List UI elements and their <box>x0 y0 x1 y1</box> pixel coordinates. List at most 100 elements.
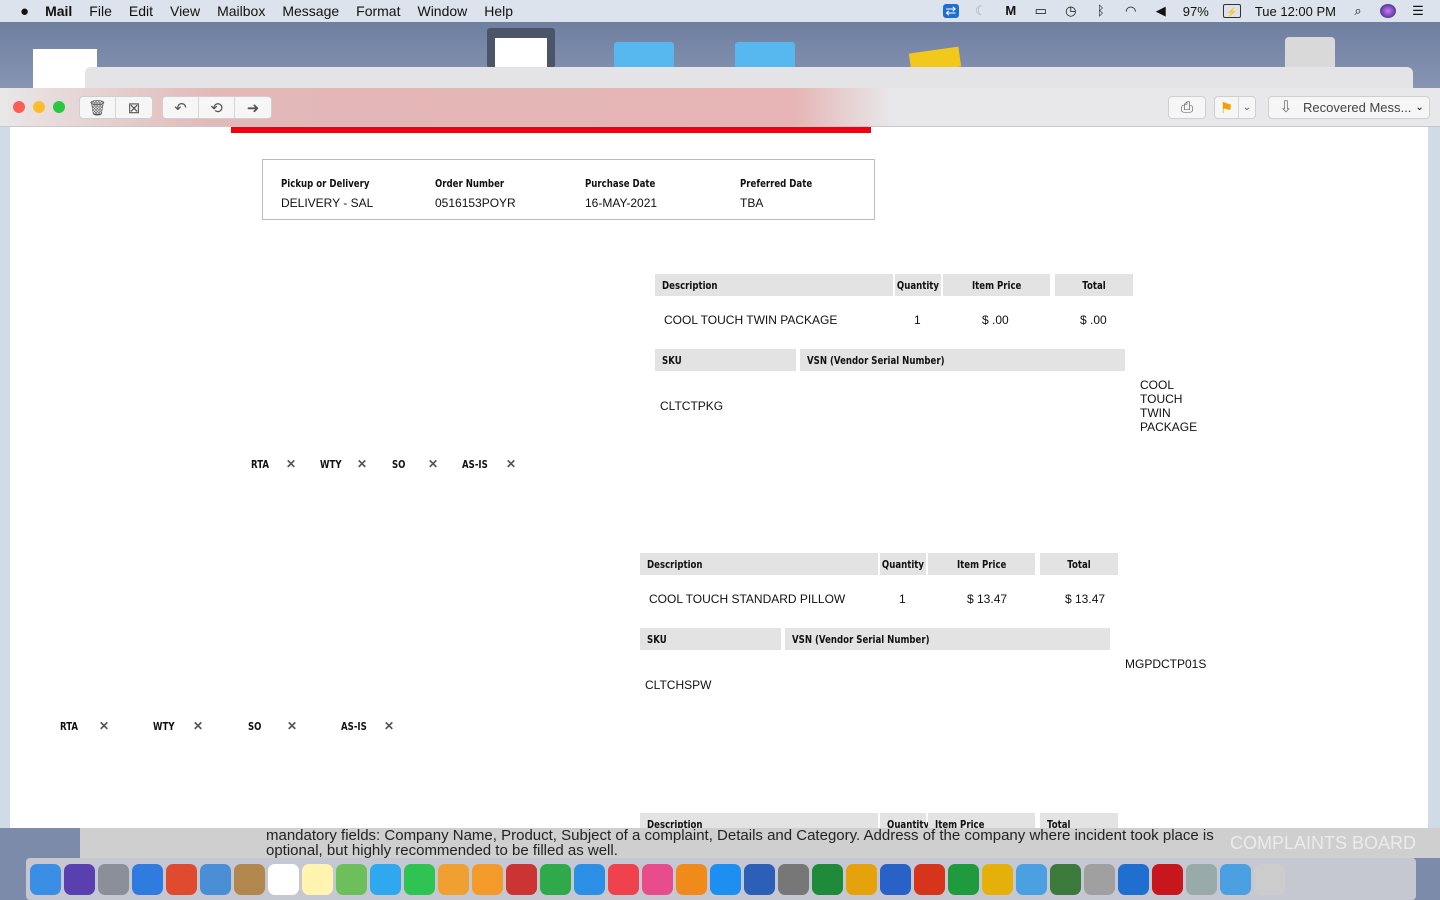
keynote-dock-icon[interactable] <box>574 863 605 895</box>
reply-icon[interactable]: ↶ <box>163 97 199 118</box>
menu-help[interactable]: Help <box>484 3 513 19</box>
item-quantity: 1 <box>899 592 906 606</box>
pages-dock-icon[interactable] <box>472 863 503 895</box>
safari-dock-icon[interactable] <box>132 863 163 895</box>
airplay-icon[interactable]: ▭ <box>1033 4 1049 18</box>
moon-icon[interactable]: ☾ <box>973 4 989 18</box>
spotlight-search-icon[interactable]: ⌕ <box>1350 4 1366 18</box>
flag-label-rta: RTA <box>60 720 79 733</box>
red-header-bar <box>231 127 871 133</box>
utility-dock-icon[interactable] <box>1084 863 1115 895</box>
news-dock-icon[interactable] <box>608 863 639 895</box>
menu-window[interactable]: Window <box>417 3 467 19</box>
item-total: $ .00 <box>1080 313 1107 327</box>
photos-dock-icon[interactable] <box>438 863 469 895</box>
chevron-down-icon[interactable]: ⌄ <box>1239 97 1255 118</box>
zoom-window-button[interactable] <box>53 101 65 113</box>
notefile-dock-icon[interactable] <box>234 863 265 895</box>
item-price: $ 13.47 <box>967 592 1008 606</box>
chrome-dock-icon[interactable] <box>166 863 197 895</box>
background-browser-window[interactable] <box>85 67 1413 89</box>
drive-desktop-icon[interactable] <box>1285 37 1335 71</box>
volume-icon[interactable]: ◀ <box>1153 4 1169 18</box>
header-label: Item Price <box>935 817 985 829</box>
finder-2-dock-icon[interactable] <box>1186 863 1217 895</box>
powerpoint-dock-icon[interactable] <box>914 863 945 895</box>
screenshot-desktop-icon[interactable] <box>487 28 555 68</box>
acrobat-dock-icon[interactable] <box>1152 863 1183 895</box>
maps-dock-icon[interactable] <box>336 863 367 895</box>
print-icon[interactable]: ⎙ <box>1169 97 1205 118</box>
numbers-dock-icon[interactable] <box>540 863 571 895</box>
siri-icon[interactable] <box>1380 4 1396 18</box>
move-to-mailbox-button[interactable]: ⇩ Recovered Mess... ⌄ <box>1268 96 1430 119</box>
flag-label-wty: WTY <box>153 720 175 733</box>
reply-all-icon[interactable]: ⟲ <box>199 97 235 118</box>
flag-close-icon[interactable]: ✕ <box>286 457 296 471</box>
menu-format[interactable]: Format <box>356 3 400 19</box>
flag-close-icon[interactable]: ✕ <box>357 457 367 471</box>
system-preferences-dock-icon[interactable] <box>778 863 809 895</box>
flag-close-icon[interactable]: ✕ <box>506 457 516 471</box>
bluetooth-icon[interactable]: ᛒ <box>1093 4 1109 18</box>
outlook-dock-icon[interactable] <box>982 863 1013 895</box>
menu-message[interactable]: Message <box>282 3 339 19</box>
launchpad-dock-icon[interactable] <box>98 863 129 895</box>
time-machine-icon[interactable]: ◷ <box>1063 4 1079 18</box>
minimize-window-button[interactable] <box>33 101 45 113</box>
word-dock-icon[interactable] <box>744 863 775 895</box>
malwarebytes-icon[interactable]: M <box>1003 4 1019 18</box>
excel-dock-icon[interactable] <box>812 863 843 895</box>
preview-dock-icon[interactable] <box>200 863 231 895</box>
flag-label-so: SO <box>392 458 406 471</box>
books-dock-icon[interactable] <box>676 863 707 895</box>
notes-dock-icon[interactable] <box>302 863 333 895</box>
trash-icon[interactable]: 🗑 <box>80 97 116 118</box>
apple-menu-icon[interactable]: ● <box>20 3 29 20</box>
teamviewer-icon[interactable]: ⇄ <box>942 4 959 18</box>
word-dock-icon[interactable] <box>880 863 911 895</box>
menu-file[interactable]: File <box>89 3 112 19</box>
vpn-dock-icon[interactable] <box>1050 863 1081 895</box>
junk-icon[interactable]: ⊠ <box>116 97 152 118</box>
app-store-dock-icon[interactable] <box>710 863 741 895</box>
battery-icon[interactable]: ⚡ <box>1222 4 1241 18</box>
flag-icon[interactable]: ⚑ <box>1215 97 1239 118</box>
trash-dock-icon[interactable] <box>1254 863 1285 895</box>
menu-app-mail[interactable]: Mail <box>45 3 72 19</box>
close-window-button[interactable] <box>13 101 25 113</box>
flag-close-icon[interactable]: ✕ <box>384 719 394 733</box>
siri-dock-icon[interactable] <box>64 863 95 895</box>
flag-close-icon[interactable]: ✕ <box>428 457 438 471</box>
menu-edit[interactable]: Edit <box>129 3 153 19</box>
finder-dock-icon[interactable] <box>30 863 61 895</box>
itunes-dock-icon[interactable] <box>642 863 673 895</box>
header-label: Description <box>662 278 718 292</box>
notification-center-icon[interactable]: ☰ <box>1410 4 1426 18</box>
battery-percent[interactable]: 97% <box>1183 4 1209 19</box>
background-text: mandatory fields: Company Name, Product,… <box>266 828 1214 844</box>
calendar-dock-icon[interactable] <box>268 863 299 895</box>
downloads-dock-icon[interactable] <box>1220 863 1251 895</box>
clock[interactable]: Tue 12:00 PM <box>1255 4 1336 19</box>
flag-close-icon[interactable]: ✕ <box>193 719 203 733</box>
excel-dock-icon[interactable] <box>948 863 979 895</box>
menu-view[interactable]: View <box>170 3 200 19</box>
outlook-dock-icon[interactable] <box>846 863 877 895</box>
contacts-dock-icon[interactable] <box>1016 863 1047 895</box>
flag-close-icon[interactable]: ✕ <box>99 719 109 733</box>
messages-dock-icon[interactable] <box>370 863 401 895</box>
chevron-down-icon: ⌄ <box>1415 102 1424 113</box>
folder-desktop-icon[interactable] <box>735 42 795 70</box>
flag-close-icon[interactable]: ✕ <box>287 719 297 733</box>
total-header: Total <box>1040 553 1118 575</box>
facetime-dock-icon[interactable] <box>404 863 435 895</box>
sku-header: SKU <box>640 628 781 650</box>
wifi-icon[interactable]: ◠ <box>1123 4 1139 18</box>
forward-icon[interactable]: ➜ <box>235 97 271 118</box>
menu-mailbox[interactable]: Mailbox <box>217 3 265 19</box>
teamviewer-dock-icon[interactable] <box>1118 863 1149 895</box>
item-description: COOL TOUCH STANDARD PILLOW <box>649 592 846 606</box>
photo-booth-dock-icon[interactable] <box>506 863 537 895</box>
folder-desktop-icon[interactable] <box>614 42 674 70</box>
